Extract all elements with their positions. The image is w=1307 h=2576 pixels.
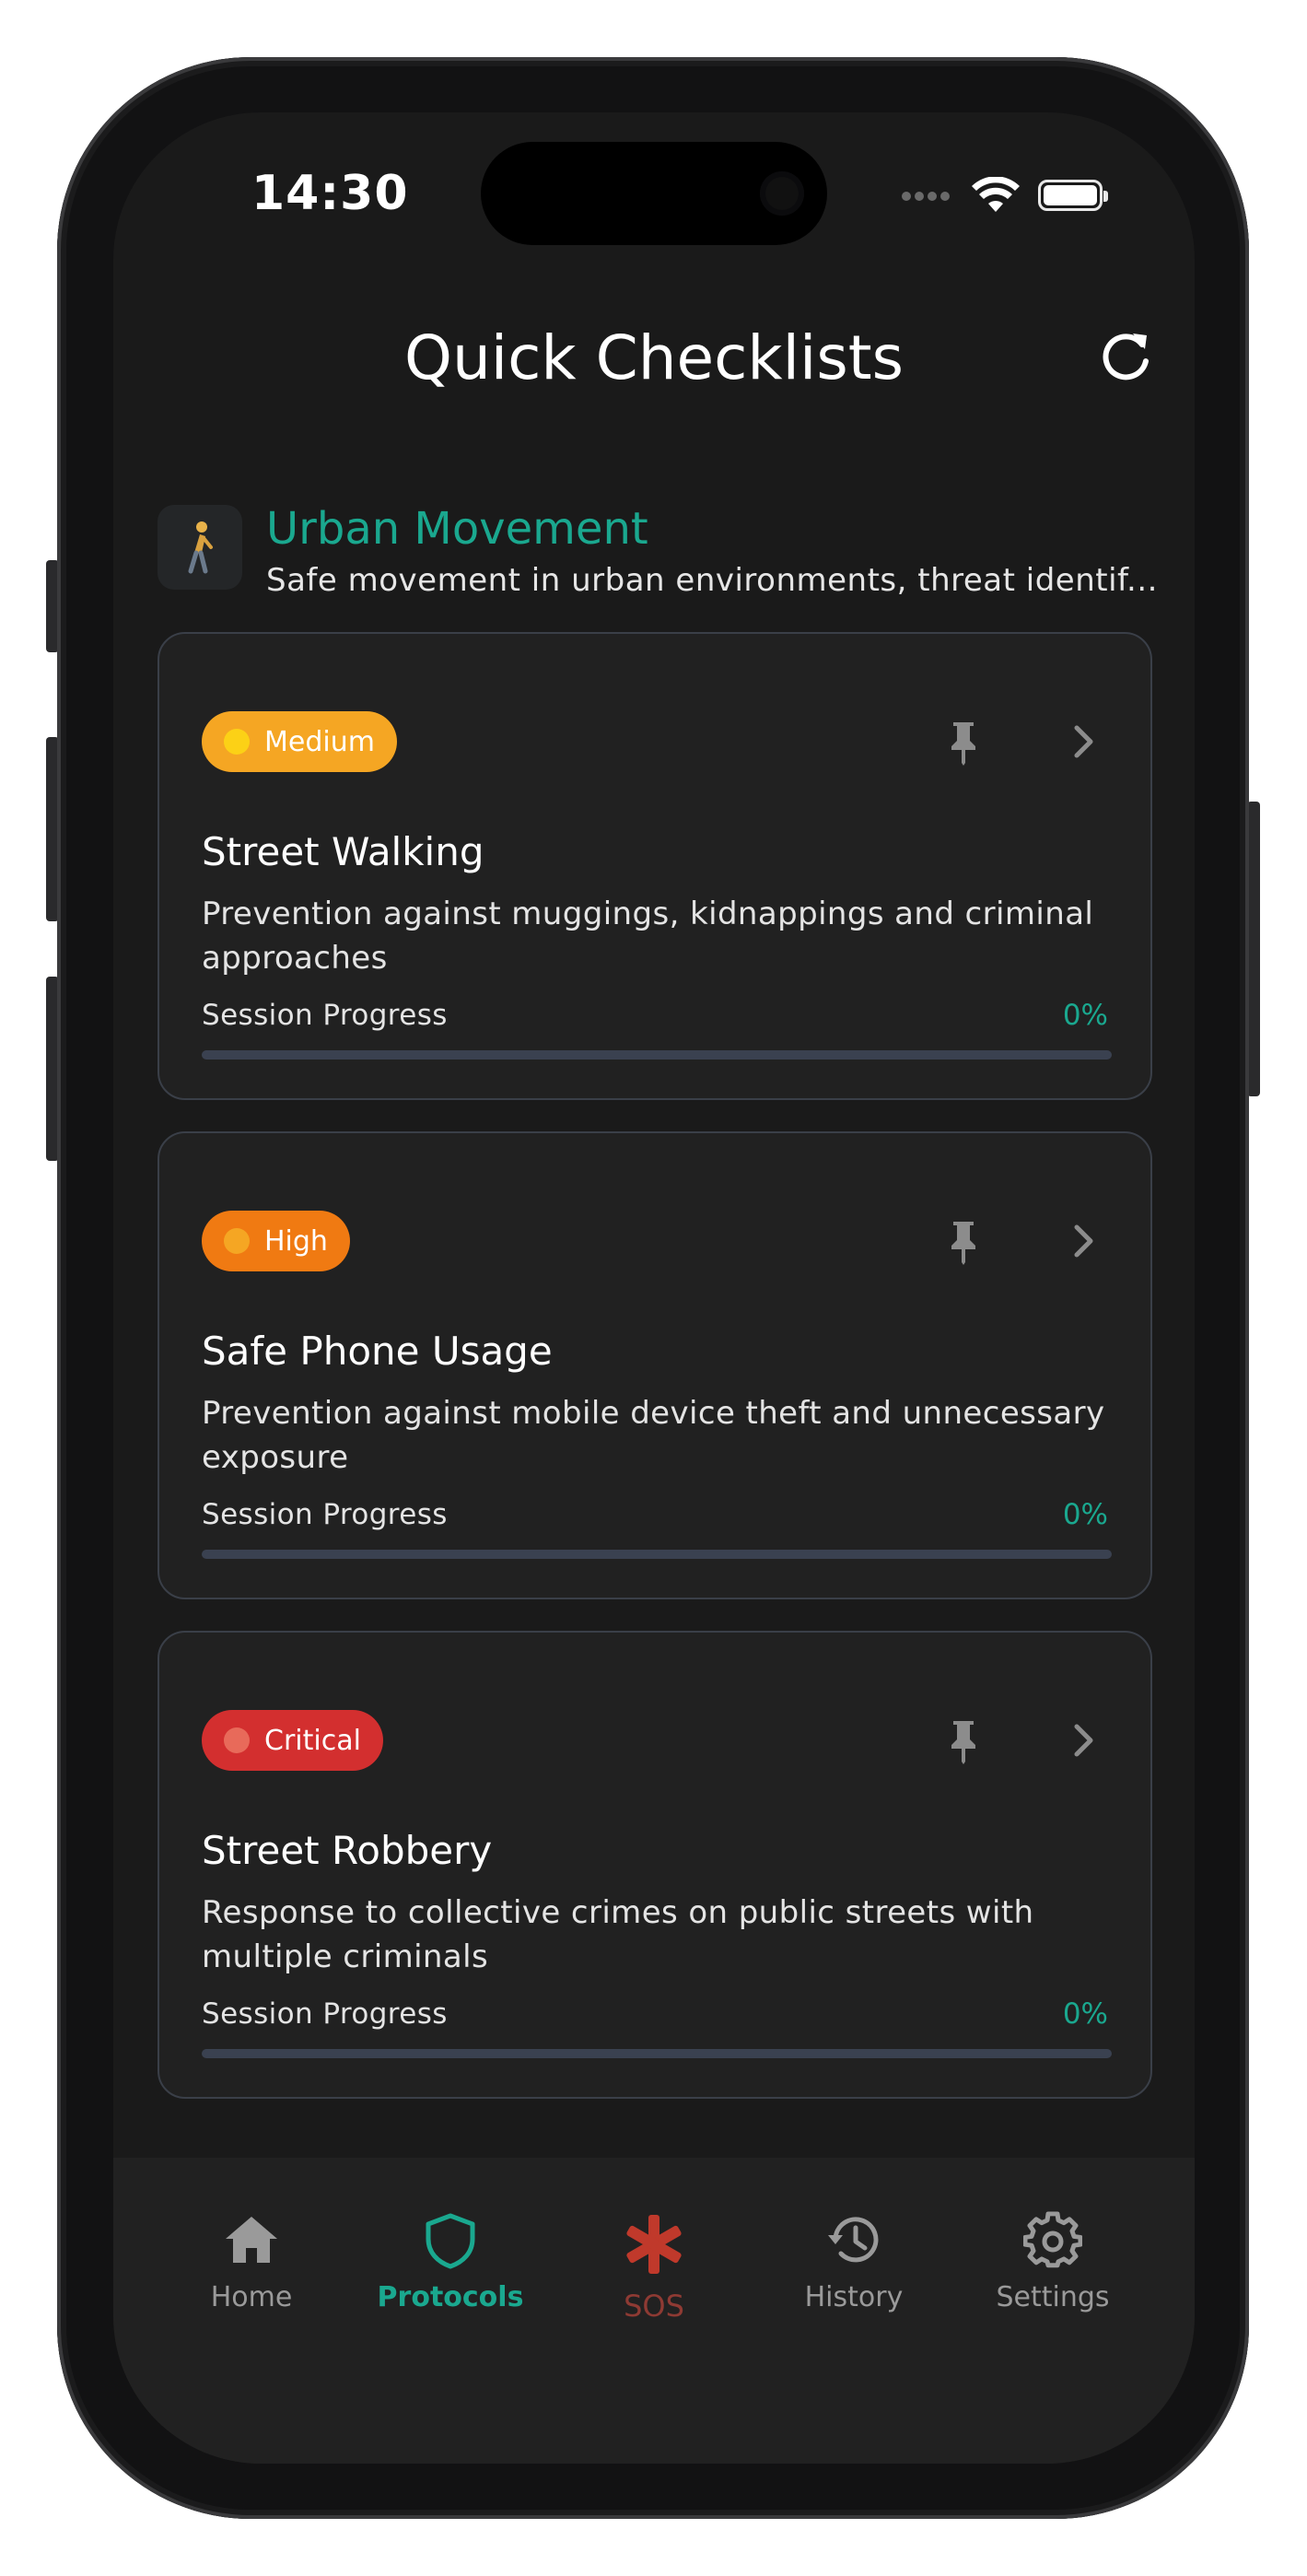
priority-label: High (264, 1224, 328, 1258)
progress-bar (202, 1550, 1112, 1559)
priority-dot-icon (224, 729, 250, 755)
card-title: Street Robbery (202, 1828, 493, 1873)
status-icons (902, 177, 1108, 214)
signal-icon (902, 187, 953, 205)
open-button[interactable] (1058, 717, 1108, 767)
history-icon (828, 2217, 879, 2263)
priority-label: Medium (264, 725, 375, 758)
nav-item-home[interactable]: Home (159, 2211, 344, 2313)
page-title: Quick Checklists (404, 322, 904, 393)
priority-badge: Medium (202, 711, 397, 772)
progress-value: 0% (1062, 1997, 1108, 2031)
progress-bar (202, 1050, 1112, 1060)
priority-badge: High (202, 1211, 350, 1271)
progress-label: Session Progress (202, 1997, 448, 2031)
priority-dot-icon (224, 1228, 250, 1254)
chevron-right-icon (1074, 1724, 1093, 1757)
checklist-card-safe-phone-usage[interactable]: High Safe Phone Usage Prevention against… (158, 1131, 1152, 1599)
pin-icon (951, 1222, 975, 1265)
progress-value: 0% (1062, 1498, 1108, 1531)
nav-label: Settings (996, 2281, 1110, 2313)
battery-icon (1038, 180, 1108, 211)
open-button[interactable] (1058, 1715, 1108, 1765)
pin-button[interactable] (937, 1214, 990, 1268)
dynamic-island (481, 142, 827, 245)
pin-icon (951, 722, 975, 766)
priority-dot-icon (224, 1727, 250, 1753)
checklist-card-street-robbery[interactable]: Critical Street Robbery Response to coll… (158, 1631, 1152, 2099)
progress-label: Session Progress (202, 1498, 448, 1531)
chevron-right-icon (1074, 1224, 1093, 1258)
nav-item-history[interactable]: History (762, 2211, 946, 2313)
status-time: 14:30 (251, 166, 409, 221)
section-title: Urban Movement (266, 503, 648, 555)
section-subtitle: Safe movement in urban environments, thr… (266, 562, 1158, 599)
shield-icon (426, 2213, 475, 2269)
chevron-right-icon (1074, 725, 1093, 758)
screen: 14:30 Quick Checklists Urban Movement Sa… (113, 112, 1195, 2464)
pin-button[interactable] (937, 1714, 990, 1767)
nav-item-protocols[interactable]: Protocols (358, 2211, 543, 2313)
sos-asterisk-icon (626, 2215, 682, 2274)
card-description: Prevention against mobile device theft a… (202, 1395, 1105, 1476)
bottom-nav: Home Protocols SOS History Settings (113, 2158, 1195, 2464)
progress-bar (202, 2049, 1112, 2058)
nav-item-sos[interactable]: SOS (562, 2211, 746, 2324)
refresh-icon (1103, 334, 1149, 381)
power-button (1247, 802, 1260, 1096)
gear-icon (1023, 2211, 1082, 2268)
refresh-button[interactable] (1093, 324, 1158, 389)
walking-person-icon (158, 505, 242, 590)
wifi-icon (972, 177, 1020, 212)
priority-label: Critical (264, 1724, 361, 1757)
camera-icon (760, 171, 804, 216)
pin-button[interactable] (937, 715, 990, 768)
checklist-card-street-walking[interactable]: Medium Street Walking Prevention against… (158, 632, 1152, 1100)
progress-value: 0% (1062, 999, 1108, 1032)
card-title: Street Walking (202, 829, 484, 874)
priority-badge: Critical (202, 1710, 383, 1771)
home-icon (226, 2217, 277, 2263)
card-description: Response to collective crimes on public … (202, 1894, 1034, 1975)
nav-item-settings[interactable]: Settings (961, 2211, 1145, 2313)
progress-label: Session Progress (202, 999, 448, 1032)
pin-icon (951, 1721, 975, 1764)
nav-label: Home (210, 2281, 293, 2313)
card-description: Prevention against muggings, kidnappings… (202, 896, 1094, 977)
nav-label: Protocols (377, 2281, 524, 2313)
nav-label: History (804, 2281, 904, 2313)
nav-label: SOS (624, 2289, 684, 2324)
open-button[interactable] (1058, 1216, 1108, 1266)
card-title: Safe Phone Usage (202, 1329, 553, 1374)
